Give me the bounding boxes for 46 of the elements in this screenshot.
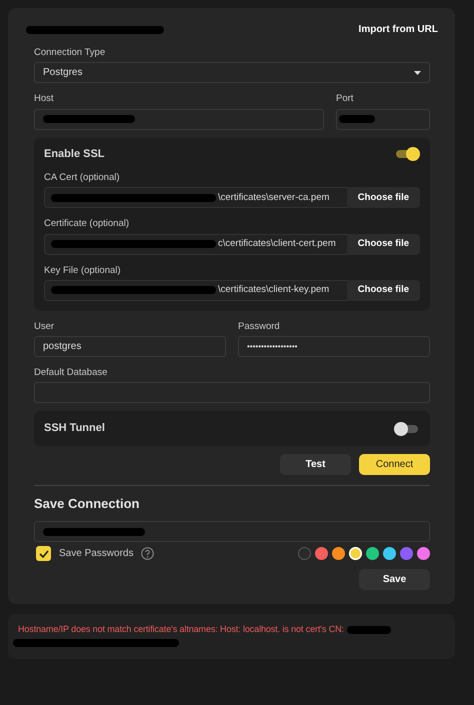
toggle-switch[interactable] bbox=[394, 146, 420, 161]
file-path-field[interactable]: \certificates\client-key.pem bbox=[44, 280, 347, 301]
choose-file-button[interactable]: Choose file bbox=[346, 280, 420, 301]
color-swatch[interactable] bbox=[366, 547, 379, 560]
field-label: Port bbox=[336, 92, 354, 106]
color-swatch[interactable] bbox=[417, 547, 430, 560]
field-label: CA Cert (optional) bbox=[44, 171, 120, 185]
field-label: Certificate (optional) bbox=[44, 217, 130, 232]
checkbox-label: Save Passwords bbox=[59, 547, 134, 562]
save-button[interactable]: Save bbox=[359, 569, 430, 590]
help-icon[interactable] bbox=[141, 547, 154, 560]
choose-file-button[interactable]: Choose file bbox=[346, 234, 420, 254]
field-label: Host bbox=[34, 92, 54, 106]
redaction-bar bbox=[346, 626, 391, 634]
field-label: Key File (optional) bbox=[44, 264, 121, 278]
save-passwords-checkbox[interactable] bbox=[36, 546, 51, 562]
port-field[interactable] bbox=[336, 108, 430, 130]
host-field[interactable] bbox=[34, 108, 324, 130]
connection-name-field[interactable] bbox=[34, 521, 430, 542]
file-path-field[interactable]: \certificates\server-ca.pem bbox=[44, 187, 347, 208]
section-heading: Save Connection bbox=[34, 494, 140, 513]
import-link[interactable]: Import from URL bbox=[358, 22, 438, 37]
choose-file-button[interactable]: Choose file bbox=[346, 187, 420, 208]
color-swatch[interactable] bbox=[332, 547, 345, 560]
color-swatch[interactable] bbox=[383, 547, 396, 560]
color-swatch[interactable] bbox=[349, 547, 362, 560]
caret-icon bbox=[414, 70, 421, 75]
connect-button[interactable]: Connect bbox=[359, 454, 430, 475]
color-swatch[interactable] bbox=[400, 547, 413, 560]
test-button[interactable]: Test bbox=[280, 454, 351, 475]
panel-title: Enable SSL bbox=[44, 146, 105, 162]
user-field[interactable]: postgres bbox=[34, 336, 226, 357]
check-icon bbox=[38, 550, 48, 558]
password-field[interactable]: •••••••••••••••••• bbox=[238, 336, 430, 357]
file-path-field[interactable]: c\certificates\client-cert.pem bbox=[44, 234, 347, 254]
toggle-switch[interactable] bbox=[394, 422, 420, 436]
field-label: Default Database bbox=[34, 366, 108, 380]
error-message: Hostname/IP does not match certificate's altnames: Host: localhost. is not cert's CN: bbox=[18, 623, 344, 636]
panel-title: SSH Tunnel bbox=[44, 421, 105, 436]
color-swatch[interactable] bbox=[298, 547, 311, 560]
field-label: Password bbox=[238, 320, 280, 334]
redaction-bar bbox=[339, 115, 375, 123]
connection-type-select[interactable]: Postgres bbox=[34, 62, 430, 84]
color-swatch[interactable] bbox=[315, 547, 328, 560]
field-label: User bbox=[34, 320, 54, 334]
field-label: Connection Type bbox=[34, 46, 106, 60]
